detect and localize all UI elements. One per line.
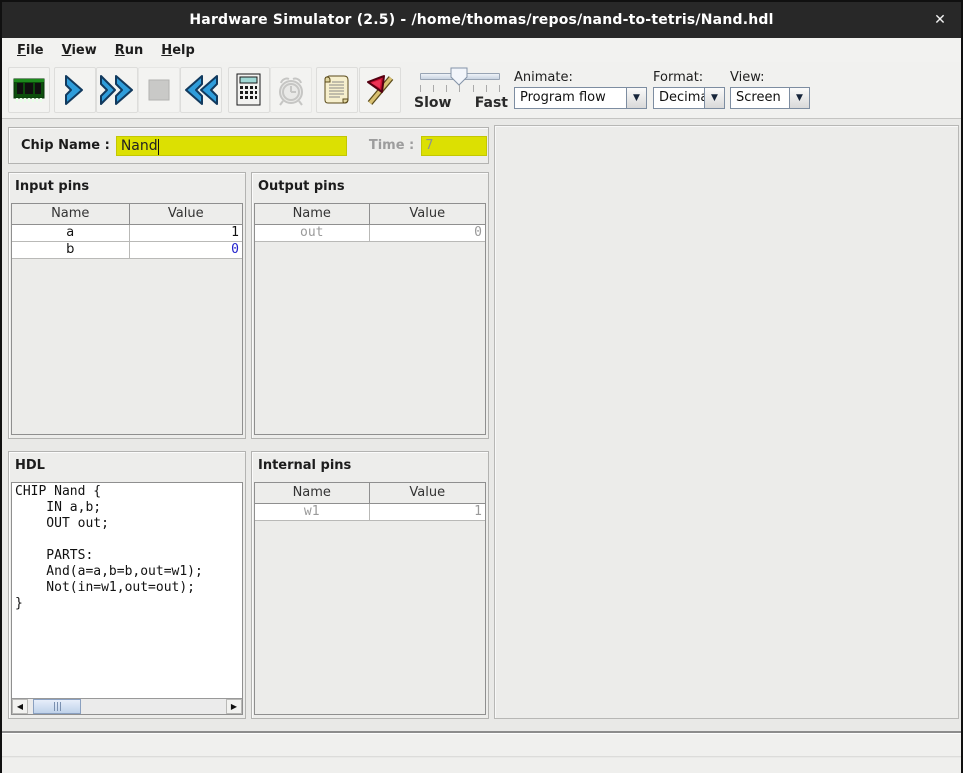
stop-button	[138, 67, 180, 113]
single-step-button[interactable]	[54, 67, 96, 113]
pin-name[interactable]: out	[255, 224, 369, 241]
scroll-left-icon[interactable]: ◀	[12, 699, 28, 714]
format-value: Decimal	[654, 88, 704, 108]
rewind-icon	[181, 73, 221, 107]
format-combo-group: Format: Decimal ▼	[653, 70, 725, 109]
animate-select[interactable]: Program flow ▼	[514, 87, 647, 109]
view-select[interactable]: Screen ▼	[730, 87, 810, 109]
hdl-code: CHIP Nand { IN a,b; OUT out; PARTS: And(…	[12, 483, 242, 613]
animate-label: Animate:	[514, 70, 647, 85]
time-field: 7	[421, 136, 487, 156]
internal-pins-title: Internal pins	[252, 452, 488, 480]
view-label: View:	[730, 70, 810, 85]
pin-name[interactable]: b	[12, 241, 129, 258]
column-header-name: Name	[255, 483, 369, 503]
output-pins-table: Name Value out 0	[254, 203, 486, 435]
format-select[interactable]: Decimal ▼	[653, 87, 725, 109]
close-icon[interactable]: ✕	[931, 11, 949, 29]
chip-name-text: Nand	[121, 138, 158, 155]
bottom-strip	[2, 758, 961, 773]
view-combo-group: View: Screen ▼	[730, 70, 810, 109]
table-row[interactable]: out 0	[255, 224, 485, 241]
hdl-view: CHIP Nand { IN a,b; OUT out; PARTS: And(…	[11, 482, 243, 715]
script-scroll-icon	[320, 72, 354, 108]
chip-name-label: Chip Name :	[21, 138, 110, 153]
column-header-value: Value	[129, 204, 242, 224]
chip-name-input[interactable]: Nand	[116, 136, 347, 156]
stop-icon	[145, 76, 173, 104]
time-label: Time :	[369, 138, 414, 153]
internal-pins-panel: Internal pins Name Value w1 1	[251, 451, 489, 719]
slider-ticks	[420, 85, 500, 92]
chevron-down-icon[interactable]: ▼	[626, 88, 646, 108]
reset-button[interactable]	[180, 67, 222, 113]
pin-value[interactable]: 1	[369, 503, 485, 520]
screen-display-panel	[494, 125, 959, 719]
chip-name-bar: Chip Name : Nand Time : 7	[8, 127, 489, 164]
chevron-down-icon[interactable]: ▼	[789, 88, 809, 108]
text-cursor	[158, 139, 159, 155]
title-bar: Hardware Simulator (2.5) - /home/thomas/…	[2, 2, 961, 38]
chevron-down-icon[interactable]: ▼	[704, 88, 724, 108]
menu-bar: File View Run Help	[2, 38, 961, 62]
hdl-code-area[interactable]: CHIP Nand { IN a,b; OUT out; PARTS: And(…	[12, 483, 242, 698]
hdl-horizontal-scrollbar[interactable]: ◀ ▶	[12, 698, 242, 714]
input-pins-table: Name Value a 1 b 0	[11, 203, 243, 435]
table-row[interactable]: a 1	[12, 224, 242, 241]
speed-slider[interactable]: Slow Fast	[412, 67, 508, 115]
input-pins-title: Input pins	[9, 173, 245, 201]
format-label: Format:	[653, 70, 725, 85]
column-header-name: Name	[12, 204, 129, 224]
pin-name[interactable]: w1	[255, 503, 369, 520]
column-header-name: Name	[255, 204, 369, 224]
scroll-right-icon[interactable]: ▶	[226, 699, 242, 714]
status-message-bar	[2, 734, 961, 757]
view-value: Screen	[731, 88, 789, 108]
slider-slow-label: Slow	[414, 95, 451, 111]
memory-chip-icon	[11, 74, 47, 106]
toolbar: Slow Fast Animate: Program flow ▼ Format…	[2, 62, 961, 119]
slider-fast-label: Fast	[475, 95, 508, 111]
run-icon	[97, 73, 137, 107]
hdl-panel: HDL CHIP Nand { IN a,b; OUT out; PARTS: …	[8, 451, 246, 719]
app-window: Hardware Simulator (2.5) - /home/thomas/…	[0, 0, 963, 773]
table-row[interactable]: b 0	[12, 241, 242, 258]
clock-button	[270, 67, 312, 113]
input-pins-panel: Input pins Name Value a 1 b 0	[8, 172, 246, 439]
load-script-button[interactable]	[316, 67, 358, 113]
hdl-title: HDL	[9, 452, 245, 480]
scrollbar-track[interactable]	[28, 699, 226, 714]
breakpoints-button[interactable]	[359, 67, 401, 113]
pin-value[interactable]: 0	[369, 224, 485, 241]
scrollbar-thumb[interactable]	[33, 699, 81, 714]
run-button[interactable]	[96, 67, 138, 113]
output-pins-panel: Output pins Name Value out 0	[251, 172, 489, 439]
menu-help[interactable]: Help	[154, 41, 201, 60]
calculator-icon	[232, 72, 266, 108]
animate-value: Program flow	[515, 88, 626, 108]
clock-icon	[273, 72, 309, 108]
output-pins-title: Output pins	[252, 173, 488, 201]
load-chip-button[interactable]	[8, 67, 50, 113]
pin-value[interactable]: 0	[129, 241, 242, 258]
column-header-value: Value	[369, 483, 485, 503]
column-header-value: Value	[369, 204, 485, 224]
menu-run[interactable]: Run	[108, 41, 151, 60]
single-step-icon	[58, 73, 92, 107]
window-title: Hardware Simulator (2.5) - /home/thomas/…	[189, 12, 773, 28]
breakpoint-flag-icon	[362, 72, 398, 108]
menu-file[interactable]: File	[10, 41, 51, 60]
calculator-button[interactable]	[228, 67, 270, 113]
pin-value[interactable]: 1	[129, 224, 242, 241]
pin-name[interactable]: a	[12, 224, 129, 241]
menu-view[interactable]: View	[55, 41, 104, 60]
table-row[interactable]: w1 1	[255, 503, 485, 520]
animate-combo-group: Animate: Program flow ▼	[514, 70, 647, 109]
internal-pins-table: Name Value w1 1	[254, 482, 486, 715]
